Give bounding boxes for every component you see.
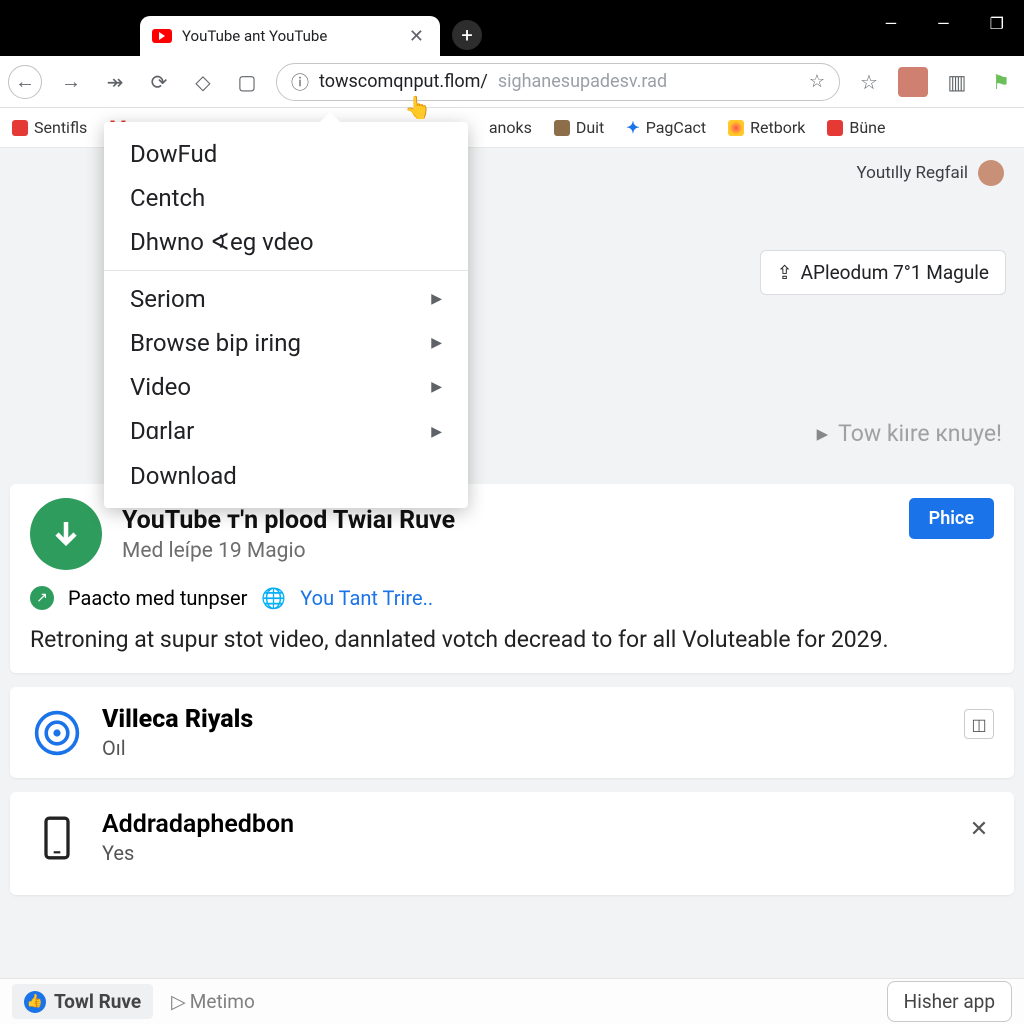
url-main: towscomqnput.flom/: [319, 71, 488, 92]
skip-button[interactable]: ↠: [100, 67, 130, 97]
site-info-icon[interactable]: ⓘ: [291, 69, 309, 95]
target-icon: [30, 706, 84, 760]
bookmark-duit[interactable]: Duit: [554, 118, 604, 137]
hisher-app-button[interactable]: Hisher app: [887, 981, 1012, 1022]
menu-darlar[interactable]: Dɑrlar▶: [104, 409, 468, 454]
download-description: Retroning at supur stot video, dannlated…: [30, 624, 994, 655]
menu-browse[interactable]: Browse bip iring▶: [104, 321, 468, 365]
profile-avatar[interactable]: [898, 67, 928, 97]
youtube-icon: [152, 29, 172, 43]
chevron-right-icon: ▶: [431, 379, 442, 395]
check-icon: ↗: [30, 586, 54, 610]
menu-centch[interactable]: Centch: [104, 176, 468, 220]
villeca-title: Villeca Riyals: [102, 705, 253, 734]
play-icon: ▷: [171, 990, 186, 1013]
back-button[interactable]: ←: [8, 65, 42, 99]
villeca-card: Villeca Riyals Oıl ◫: [10, 687, 1014, 778]
download-subtitle: Med leípe 19 Magio: [122, 539, 455, 563]
download-title: YouTube т'n plood Twiaı Ruve: [122, 506, 455, 535]
footer-chip[interactable]: 👍 Towl Ruve: [12, 984, 153, 1019]
calendar-icon[interactable]: ▥: [942, 67, 972, 97]
meta-paacto: Paacto med tunpser: [68, 586, 247, 610]
menu-video[interactable]: Video▶: [104, 365, 468, 409]
url-suffix: sighanesupadesv.rad: [498, 71, 667, 92]
phone-icon: [30, 811, 84, 865]
address-bar[interactable]: ⓘ towscomqnput.flom/sighanesupadesv.rad …: [276, 63, 840, 101]
menu-dhwno[interactable]: Dhwno ∢eg vdeo: [104, 220, 468, 264]
extension-icon[interactable]: ⚑: [986, 67, 1016, 97]
close-icon[interactable]: ✕: [964, 814, 994, 844]
download-card: YouTube т'n plood Twiaı Ruve Med leípe 1…: [10, 484, 1014, 673]
villeca-sub: Oıl: [102, 736, 253, 760]
bookmark-retbork[interactable]: Retbork: [728, 118, 805, 137]
thumbs-up-icon: 👍: [24, 991, 46, 1013]
bookmark-pagcact[interactable]: ✦PagCact: [626, 118, 706, 137]
tab-title: YouTube ant YouTube: [182, 27, 395, 45]
maximize-button[interactable]: ❐: [990, 14, 1004, 33]
browser-toolbar: ← → ↠ ⟳ ◇ ▢ ⓘ towscomqnput.flom/sighanes…: [0, 56, 1024, 108]
menu-seriom[interactable]: Seriom▶: [104, 277, 468, 321]
home-button[interactable]: ◇: [188, 67, 218, 97]
bookmark-bune[interactable]: Büne: [827, 118, 885, 137]
title-bar: YouTube ant YouTube ✕ + — — ❐: [0, 0, 1024, 56]
bookmark-star-icon[interactable]: ☆: [809, 71, 825, 92]
expand-icon[interactable]: ◫: [964, 709, 994, 739]
globe-icon: 🌐: [261, 586, 286, 610]
chevron-right-icon: ▶: [431, 335, 442, 351]
reload-button[interactable]: ⟳: [144, 67, 174, 97]
bookmark-anoks[interactable]: anoks: [489, 118, 532, 137]
footer-metimo[interactable]: ▷Metimo: [171, 990, 255, 1013]
window-controls: — — ❐: [885, 14, 1004, 33]
bookmark-sentifls[interactable]: Sentifls: [12, 118, 87, 137]
menu-download[interactable]: Download: [104, 454, 468, 498]
chevron-right-icon: ▶: [431, 291, 442, 307]
download-badge-icon: [30, 498, 102, 570]
addra-sub: Yes: [102, 841, 294, 865]
minimize-button[interactable]: —: [885, 14, 898, 33]
close-icon[interactable]: ✕: [405, 26, 428, 47]
browser-tab[interactable]: YouTube ant YouTube ✕: [140, 16, 440, 56]
menu-dowfud[interactable]: DowFud: [104, 132, 468, 176]
phice-button[interactable]: Phice: [909, 498, 994, 539]
chevron-right-icon: ▶: [431, 424, 442, 440]
footer-bar: 👍 Towl Ruve ▷Metimo Hisher app: [0, 978, 1024, 1024]
restore-button[interactable]: —: [937, 14, 950, 33]
context-menu: DowFud Centch Dhwno ∢eg vdeo Seriom▶ Bro…: [104, 122, 468, 508]
favorites-icon[interactable]: ☆: [854, 67, 884, 97]
addra-card: Addradaphedbon Yes ✕: [10, 792, 1014, 895]
clipboard-icon[interactable]: ▢: [232, 67, 262, 97]
addra-title: Addradaphedbon: [102, 810, 294, 839]
meta-link[interactable]: You Tant Trire..: [300, 586, 433, 610]
new-tab-button[interactable]: +: [452, 20, 482, 50]
forward-button[interactable]: →: [56, 67, 86, 97]
